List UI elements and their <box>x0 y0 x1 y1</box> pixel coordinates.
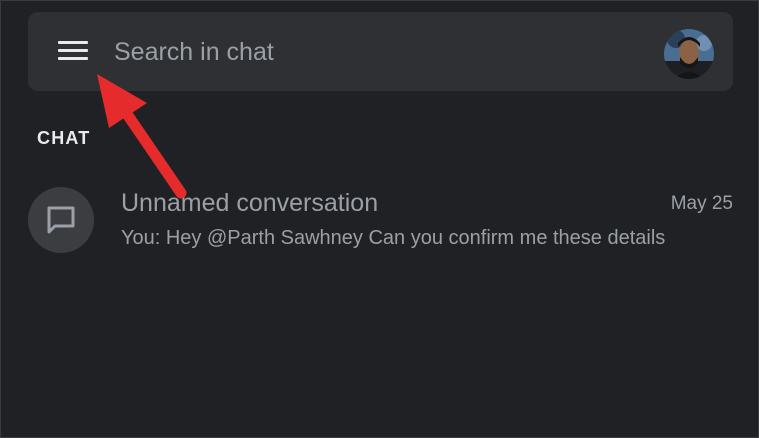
chat-bubble-icon <box>47 206 75 234</box>
search-input[interactable] <box>114 32 634 72</box>
hamburger-menu-icon[interactable] <box>52 34 92 68</box>
conversation-list-item[interactable]: Unnamed conversation May 25 You: Hey @Pa… <box>0 180 757 260</box>
conversation-date: May 25 <box>670 193 733 214</box>
avatar-photo <box>664 29 714 79</box>
search-bar[interactable] <box>28 12 733 91</box>
conversation-title: Unnamed conversation <box>121 189 379 217</box>
section-label-chat: CHAT <box>37 128 91 148</box>
conversation-preview: You: Hey @Parth Sawhney Can you confirm … <box>121 227 666 249</box>
user-avatar[interactable] <box>664 29 714 79</box>
conversation-avatar <box>28 187 94 253</box>
